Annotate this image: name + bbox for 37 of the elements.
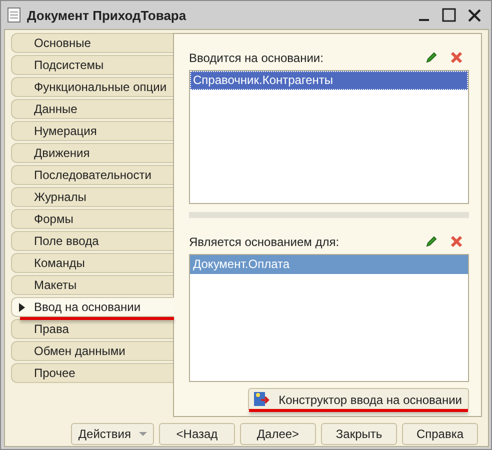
footer-button[interactable]: <Назад [159, 423, 235, 445]
tab[interactable]: Функциональные опции [11, 77, 173, 97]
tab[interactable]: Обмен данными [11, 341, 173, 361]
tab[interactable]: Основные [11, 33, 173, 53]
footer-button[interactable]: Закрыть [321, 423, 397, 445]
tab[interactable]: Ввод на основании [11, 297, 174, 317]
tab[interactable]: Журналы [11, 187, 173, 207]
tab[interactable]: Нумерация [11, 121, 173, 141]
pencil-icon[interactable] [425, 51, 438, 64]
tab[interactable]: Макеты [11, 275, 173, 295]
list-item[interactable]: Справочник.Контрагенты [190, 70, 468, 90]
tab[interactable]: Права [11, 319, 173, 339]
document-icon [7, 7, 21, 23]
list-box[interactable]: Справочник.Контрагенты [189, 70, 469, 204]
window-title: Документ ПриходТовара [27, 8, 188, 22]
close-icon[interactable] [468, 8, 481, 22]
list-label: Вводится на основании: [189, 50, 324, 65]
footer-button[interactable]: Далее> [240, 423, 316, 445]
tab[interactable]: Прочее [11, 363, 173, 383]
maximize-icon[interactable] [442, 8, 456, 22]
arrow-icon [19, 303, 25, 312]
footer-button[interactable]: Действия [71, 423, 154, 445]
list-label: Является основанием для: [189, 234, 340, 249]
pencil-icon[interactable] [425, 235, 438, 248]
tab[interactable]: Формы [11, 209, 173, 229]
delete-icon[interactable] [450, 51, 463, 64]
wizard-icon [252, 390, 271, 408]
tab[interactable]: Поле ввода [11, 231, 173, 251]
tab[interactable]: Движения [11, 143, 173, 163]
constructor-button[interactable]: Конструктор ввода на основании [248, 388, 469, 411]
caret-icon [139, 432, 147, 436]
delete-icon[interactable] [450, 235, 463, 248]
tab[interactable]: Данные [11, 99, 173, 119]
tab[interactable]: Последовательности [11, 165, 173, 185]
tab[interactable]: Команды [11, 253, 173, 273]
footer-button[interactable]: Справка [402, 423, 478, 445]
tab[interactable]: Подсистемы [11, 55, 173, 75]
